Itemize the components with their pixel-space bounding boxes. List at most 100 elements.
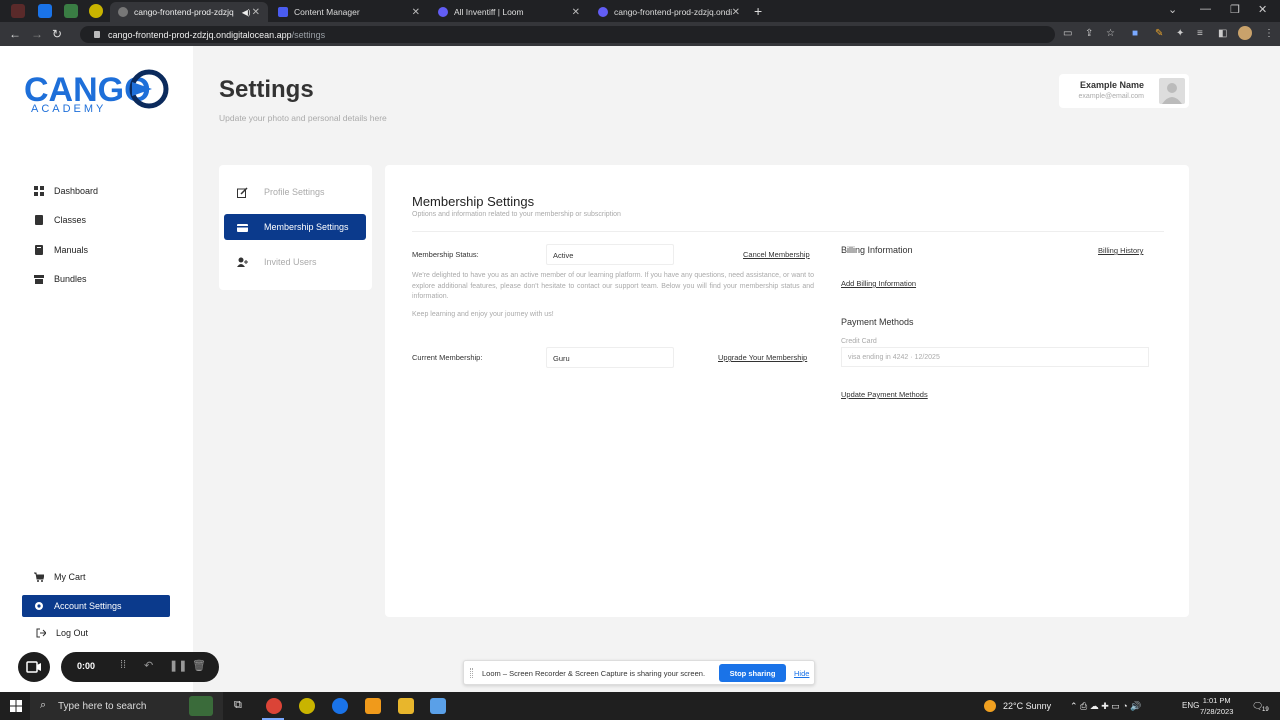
loom-camera-button[interactable]: [18, 652, 50, 682]
new-tab-icon[interactable]: +: [754, 3, 762, 19]
reading-list-icon[interactable]: ≡: [1197, 28, 1203, 39]
trash-icon[interactable]: 🗑: [192, 659, 206, 672]
tab-cango-2[interactable]: cango-frontend-prod-zdzjq.ondi ✕: [590, 2, 748, 22]
tab-membership-settings[interactable]: Membership Settings: [224, 214, 366, 240]
drag-handle-icon[interactable]: [470, 668, 473, 678]
cango-academy-logo[interactable]: CANGO ACADEMY: [24, 68, 174, 118]
loom-favicon-icon: [438, 7, 448, 17]
sidebar-item-label: Log Out: [56, 628, 89, 638]
reader-icon[interactable]: ▭: [1063, 28, 1072, 39]
app-icon[interactable]: [430, 698, 446, 714]
grid-icon: [34, 186, 44, 196]
sidebar-item-my-cart[interactable]: My Cart: [22, 566, 170, 588]
close-window-icon[interactable]: ✕: [1258, 3, 1267, 16]
share-icon[interactable]: ⇪: [1085, 28, 1093, 39]
divider: [412, 231, 1164, 232]
sidebar: CANGO ACADEMY Dashboard Classes Manuals …: [0, 46, 193, 692]
minimize-icon[interactable]: —: [1200, 3, 1211, 15]
task-view-icon[interactable]: ⧉: [234, 699, 242, 712]
billing-info-title: Billing Information: [841, 245, 913, 255]
tab-title: All Inventiff | Loom: [454, 7, 524, 17]
reload-icon[interactable]: ↻: [52, 27, 62, 41]
page: CANGO ACADEMY Dashboard Classes Manuals …: [0, 46, 1280, 692]
tab-profile-settings[interactable]: Profile Settings: [224, 179, 366, 205]
membership-title: Membership Settings: [412, 194, 535, 209]
extension-2-icon[interactable]: ✎: [1155, 28, 1163, 39]
edit-icon: [237, 186, 248, 198]
language-indicator[interactable]: ENG: [1182, 701, 1199, 710]
pinned-tab-calendar-icon[interactable]: [38, 4, 52, 18]
sidebar-item-account-settings[interactable]: Account Settings: [22, 595, 170, 617]
tab-cango-active[interactable]: cango-frontend-prod-zdzjq ◀) ✕: [110, 2, 268, 22]
book-icon: [35, 215, 43, 225]
add-user-icon: [237, 257, 248, 267]
weather-text[interactable]: 22°C Sunny: [1003, 701, 1051, 711]
user-card[interactable]: Example Name example@email.com: [1059, 74, 1189, 108]
forward-icon[interactable]: →: [31, 27, 43, 41]
close-tab-icon[interactable]: ✕: [732, 7, 740, 18]
sublime-icon[interactable]: [365, 698, 381, 714]
membership-description: We're delighted to have you as an active…: [412, 272, 814, 300]
menu-dots-icon[interactable]: ⋮: [1264, 28, 1274, 39]
browser-tab-bar: cango-frontend-prod-zdzjq ◀) ✕ Content M…: [0, 0, 1280, 22]
edge-icon[interactable]: [332, 698, 348, 714]
manual-icon: [35, 245, 43, 255]
windows-start-icon[interactable]: [10, 700, 22, 712]
address-bar[interactable]: cango-frontend-prod-zdzjq.ondigitalocean…: [80, 26, 1055, 43]
tab-title: cango-frontend-prod-zdzjq.ondi: [614, 7, 732, 17]
sidebar-item-classes[interactable]: Classes: [22, 209, 170, 231]
add-billing-info-link[interactable]: Add Billing Information: [841, 279, 916, 288]
undo-icon[interactable]: ↶: [144, 659, 153, 672]
system-tray-icons[interactable]: ⌃ ⎙ ☁ ✚ ▭ ◔ 🔊: [1070, 701, 1141, 712]
sidebar-item-label: Bundles: [54, 274, 87, 284]
back-icon[interactable]: ←: [9, 27, 21, 41]
logo-sub: ACADEMY: [31, 103, 106, 115]
island-image-icon: [189, 696, 213, 716]
extension-1-icon[interactable]: ■: [1132, 28, 1138, 39]
side-panel-icon[interactable]: ◧: [1218, 28, 1227, 39]
pinned-tab-smiley-icon[interactable]: [89, 4, 103, 18]
restore-icon[interactable]: ❐: [1230, 3, 1240, 16]
sidebar-item-log-out[interactable]: Log Out: [22, 622, 170, 644]
close-tab-icon[interactable]: ✕: [252, 7, 260, 18]
user-name: Example Name: [1079, 80, 1144, 90]
update-payment-methods-link[interactable]: Update Payment Methods: [841, 390, 928, 399]
close-tab-icon[interactable]: ✕: [572, 7, 580, 18]
membership-panel: Membership Settings Options and informat…: [385, 165, 1189, 617]
pinned-tab-drive-icon[interactable]: [64, 4, 78, 18]
profile-avatar-icon[interactable]: [1238, 26, 1252, 40]
user-silhouette-icon: [1162, 83, 1182, 104]
pinned-tab-record-icon[interactable]: [11, 4, 25, 18]
cancel-membership-link[interactable]: Cancel Membership: [743, 250, 810, 259]
billing-history-link[interactable]: Billing History: [1098, 246, 1143, 255]
taskbar-search-input[interactable]: ⌕ Type here to search: [30, 692, 223, 720]
tab-invited-users[interactable]: Invited Users: [224, 249, 366, 275]
cart-icon: [34, 572, 44, 582]
sidebar-item-bundles[interactable]: Bundles: [22, 268, 170, 290]
current-membership-field: Guru: [546, 347, 674, 368]
clock[interactable]: 1:01 PM 7/28/2023: [1200, 695, 1233, 717]
tab-loom[interactable]: All Inventiff | Loom ✕: [430, 2, 588, 22]
hide-link[interactable]: Hide: [794, 669, 809, 678]
speaker-icon[interactable]: ◀): [242, 8, 251, 17]
file-explorer-icon[interactable]: [398, 698, 414, 714]
extensions-puzzle-icon[interactable]: ✦: [1176, 28, 1184, 39]
url-host: cango-frontend-prod-zdzjq.ondigitalocean…: [108, 29, 292, 40]
bookmark-star-icon[interactable]: ☆: [1106, 28, 1115, 39]
stop-sharing-button[interactable]: Stop sharing: [719, 664, 786, 682]
sidebar-item-label: Manuals: [54, 245, 89, 255]
tab-content-manager[interactable]: Content Manager ✕: [270, 2, 428, 22]
sidebar-item-manuals[interactable]: Manuals: [22, 239, 170, 261]
bundle-icon: [34, 275, 44, 284]
chrome-icon[interactable]: [266, 698, 282, 714]
pause-icon[interactable]: ❚❚: [169, 659, 187, 672]
close-tab-icon[interactable]: ✕: [412, 7, 420, 18]
sidebar-item-dashboard[interactable]: Dashboard: [22, 180, 170, 202]
avatar[interactable]: [1159, 78, 1185, 104]
smiley-app-icon[interactable]: [299, 698, 315, 714]
cango-favicon-icon: [118, 7, 128, 17]
upgrade-membership-link[interactable]: Upgrade Your Membership: [718, 353, 807, 362]
tab-title: Content Manager: [294, 7, 360, 17]
tab-search-icon[interactable]: ⌄: [1168, 3, 1177, 16]
drag-handle-icon[interactable]: ⁞⁞: [120, 659, 126, 671]
